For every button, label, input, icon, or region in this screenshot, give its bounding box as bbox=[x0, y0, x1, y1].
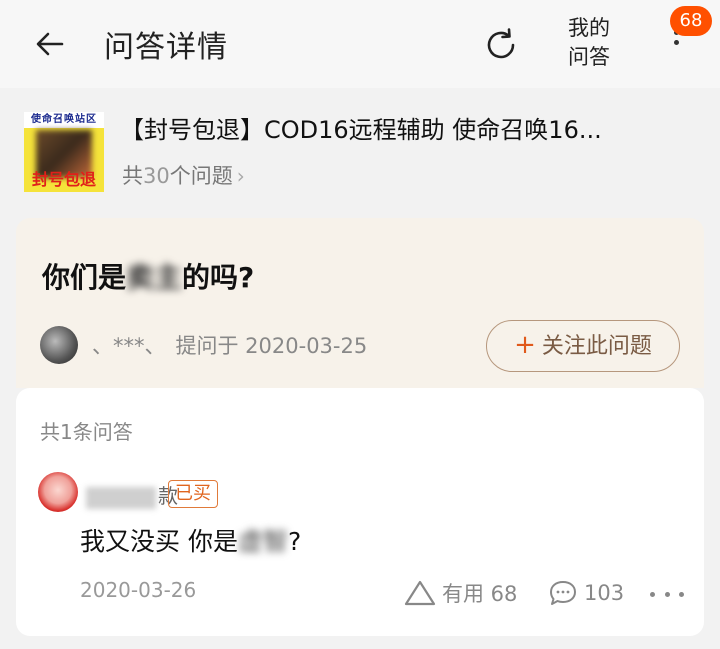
asker-name: 、***、 bbox=[92, 334, 166, 358]
answer-card: 共1条问答 款 已买 我又没买 你是虚智? 2020-03-26 有用 68 1… bbox=[16, 388, 704, 636]
asked-date: 提问于 2020-03-25 bbox=[175, 334, 368, 358]
refresh-button[interactable] bbox=[480, 24, 522, 66]
product-title[interactable]: 【封号包退】COD16远程辅助 使命召唤16... bbox=[120, 110, 700, 145]
question-count-link[interactable]: 共30个问题 › bbox=[122, 160, 245, 190]
follow-label: 关注此问题 bbox=[541, 334, 652, 359]
question-text: 你们是卖主的吗? bbox=[42, 256, 254, 296]
answer-text-start: 我又没买 你是 bbox=[80, 527, 238, 556]
triangle-up-icon bbox=[404, 579, 436, 607]
count-suffix: 个问题 bbox=[169, 164, 233, 188]
back-button[interactable] bbox=[30, 24, 70, 64]
notification-badge: 68 bbox=[670, 6, 712, 36]
my-qa-button[interactable]: 我的 问答 bbox=[560, 14, 618, 72]
dot bbox=[673, 40, 679, 45]
chevron-right-icon: › bbox=[236, 164, 245, 188]
bought-badge: 已买 bbox=[168, 480, 218, 508]
answer-text: 我又没买 你是虚智? bbox=[80, 522, 301, 558]
comment-button[interactable]: 103 bbox=[548, 576, 624, 610]
page-title: 问答详情 bbox=[104, 30, 228, 65]
plus-icon: + bbox=[514, 330, 536, 360]
comment-bubble-icon bbox=[548, 579, 578, 607]
dot bbox=[679, 591, 684, 597]
question-card: 你们是卖主的吗? 、***、 提问于 2020-03-25 + 关注此问题 bbox=[16, 218, 704, 388]
asker-meta: 、***、 提问于 2020-03-25 bbox=[92, 330, 367, 360]
answer-date: 2020-03-26 bbox=[80, 578, 197, 602]
answerer-avatar[interactable] bbox=[38, 472, 78, 512]
useful-button[interactable]: 有用 68 bbox=[404, 576, 517, 610]
thumb-text-bottom: 封号包退 bbox=[31, 170, 96, 189]
refresh-icon bbox=[487, 28, 515, 59]
count-number: 30 bbox=[143, 164, 170, 188]
my-qa-line2: 问答 bbox=[568, 45, 610, 69]
asker-avatar[interactable] bbox=[40, 326, 78, 364]
top-bar: 问答详情 我的 问答 68 bbox=[0, 0, 720, 88]
question-text-start: 你们是 bbox=[42, 261, 127, 294]
answer-text-end: ? bbox=[287, 527, 302, 556]
answerer-name-blurred bbox=[86, 486, 156, 509]
horizontal-dots-icon bbox=[650, 591, 655, 597]
answer-text-blurred: 虚智 bbox=[237, 527, 288, 556]
question-text-blurred: 卖主 bbox=[126, 261, 183, 294]
thumb-text-top: 使命召唤站区 bbox=[24, 112, 104, 128]
answer-count: 共1条问答 bbox=[40, 420, 133, 444]
comment-count: 103 bbox=[584, 581, 625, 605]
product-row[interactable]: 使命召唤站区 封号包退 【封号包退】COD16远程辅助 使命召唤16... 共3… bbox=[0, 88, 720, 214]
answerer-name: 款 bbox=[86, 480, 178, 509]
question-text-end: 的吗? bbox=[182, 261, 255, 294]
arrow-left-icon bbox=[36, 32, 64, 56]
useful-label: 有用 68 bbox=[442, 582, 518, 606]
answer-more-button[interactable] bbox=[650, 584, 684, 604]
count-prefix: 共 bbox=[122, 164, 143, 188]
dot bbox=[664, 591, 670, 597]
product-thumbnail[interactable]: 使命召唤站区 封号包退 bbox=[24, 112, 104, 192]
my-qa-line1: 我的 bbox=[568, 16, 610, 40]
follow-question-button[interactable]: + 关注此问题 bbox=[486, 320, 680, 372]
